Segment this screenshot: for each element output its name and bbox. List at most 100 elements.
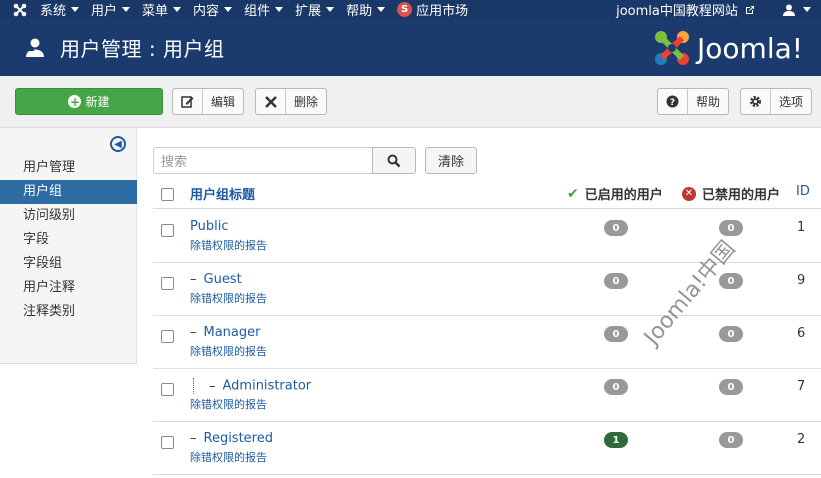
indent-dash: – — [190, 272, 197, 287]
menu-menus[interactable]: 菜单 — [142, 0, 187, 19]
group-name: Administrator — [222, 378, 312, 394]
group-name-link[interactable]: – Registered — [190, 431, 273, 446]
edit-button-label: 编辑 — [211, 95, 236, 109]
debug-permissions-link[interactable]: 除错权限的报告 — [190, 449, 267, 465]
sidebar-item-access-levels[interactable]: 访问级别 — [0, 204, 137, 228]
delete-button[interactable]: 删除 — [255, 88, 328, 115]
column-title[interactable]: 用户组标题 — [190, 184, 255, 203]
sidebar-item-fields[interactable]: 字段 — [0, 228, 137, 252]
edit-icon — [173, 89, 203, 114]
row-checkbox[interactable] — [161, 277, 174, 290]
top-navbar: 系统 用户 菜单 内容 组件 扩展 帮助 S 应用市场 joomla中国教程网站 — [0, 0, 821, 19]
menu-label: 用户 — [91, 4, 118, 19]
joomla-brand-icon — [655, 31, 690, 65]
caret-down-icon — [275, 7, 284, 12]
caret-down-icon — [122, 7, 131, 12]
help-button[interactable]: ? 帮助 — [657, 88, 730, 115]
group-name: Guest — [203, 272, 242, 287]
group-name-link[interactable]: – Manager — [190, 325, 260, 340]
joomla-brand: Joomla! — [653, 29, 803, 67]
user-icon — [783, 4, 795, 16]
sidebar-item-user-notes[interactable]: 用户注释 — [0, 276, 137, 300]
search-button[interactable] — [372, 147, 416, 174]
select-all-checkbox[interactable] — [161, 188, 174, 201]
caret-down-icon — [224, 7, 233, 12]
table-row: – Manager 除错权限的报告 0 0 6 — [153, 316, 821, 369]
caret-down-icon — [173, 7, 182, 12]
clear-button[interactable]: 清除 — [425, 147, 477, 174]
plus-icon: + — [68, 94, 82, 109]
menu-label: 内容 — [193, 4, 220, 19]
menu-content[interactable]: 内容 — [193, 0, 238, 19]
column-id[interactable]: ID — [796, 184, 810, 199]
caret-down-icon — [71, 7, 80, 12]
column-disabled-label: 已禁用的用户 — [702, 188, 781, 203]
indent-dash: – — [190, 325, 197, 340]
menu-system[interactable]: 系统 — [40, 0, 85, 19]
debug-permissions-link[interactable]: 除错权限的报告 — [190, 343, 267, 359]
external-link-icon — [746, 6, 754, 14]
search-input[interactable]: 搜索 — [153, 147, 373, 174]
disabled-count-badge: 0 — [719, 432, 743, 448]
table-header: 用户组标题 ✔ 已启用的用户 ✕ 已禁用的用户 ID — [153, 178, 821, 209]
joomla-logo-icon[interactable] — [0, 0, 40, 19]
group-id: 9 — [797, 273, 806, 288]
disabled-count-badge: 0 — [719, 220, 743, 236]
top-menu: 系统 用户 菜单 内容 组件 扩展 帮助 S 应用市场 — [40, 0, 480, 19]
menu-extensions[interactable]: 扩展 — [295, 0, 340, 19]
indent-dash: – — [209, 378, 216, 394]
column-disabled: ✕ 已禁用的用户 — [682, 184, 780, 203]
users-icon — [26, 38, 44, 57]
menu-help[interactable]: 帮助 — [346, 0, 391, 19]
site-link-label: joomla中国教程网站 — [616, 4, 738, 19]
sidebar: ◀ 用户管理 用户组 访问级别 字段 字段组 用户注释 注释类别 — [0, 128, 137, 364]
collapse-sidebar-icon[interactable]: ◀ — [110, 136, 126, 152]
sidebar-item-field-groups[interactable]: 字段组 — [0, 252, 137, 276]
sidebar-item-users[interactable]: 用户管理 — [0, 156, 137, 180]
menu-market[interactable]: S 应用市场 — [397, 0, 474, 19]
debug-permissions-link[interactable]: 除错权限的报告 — [190, 396, 267, 412]
question-icon: ? — [658, 89, 688, 114]
enabled-count-badge: 1 — [604, 432, 628, 448]
row-checkbox[interactable] — [161, 224, 174, 237]
menu-components[interactable]: 组件 — [244, 0, 289, 19]
search-icon — [387, 154, 401, 167]
menu-label: 应用市场 — [416, 4, 469, 19]
indent-dash: – — [190, 431, 197, 446]
row-checkbox[interactable] — [161, 383, 174, 396]
menu-label: 菜单 — [142, 4, 169, 19]
market-icon: S — [397, 2, 413, 17]
row-checkbox[interactable] — [161, 330, 174, 343]
new-button[interactable]: + 新建 — [15, 88, 163, 115]
group-name-link[interactable]: – Administrator — [193, 378, 311, 394]
debug-permissions-link[interactable]: 除错权限的报告 — [190, 237, 267, 253]
edit-button[interactable]: 编辑 — [172, 88, 245, 115]
menu-users[interactable]: 用户 — [91, 0, 136, 19]
page-header: 用户管理 : 用户组 Joomla! — [0, 19, 821, 76]
group-name-link[interactable]: Public — [190, 219, 228, 234]
user-menu[interactable] — [783, 4, 811, 16]
search-placeholder: 搜索 — [161, 155, 188, 170]
disabled-count-badge: 0 — [719, 273, 743, 289]
group-id: 2 — [797, 432, 806, 447]
caret-down-icon — [377, 7, 386, 12]
table-row: – Guest 除错权限的报告 0 0 9 — [153, 263, 821, 316]
group-name: Registered — [203, 431, 274, 446]
options-button-label: 选项 — [779, 95, 804, 109]
sidebar-item-note-categories[interactable]: 注释类别 — [0, 300, 137, 324]
group-name-link[interactable]: – Guest — [190, 272, 242, 287]
options-button[interactable]: 选项 — [740, 88, 813, 115]
group-name: Public — [190, 219, 229, 234]
check-icon: ✔ — [567, 185, 579, 202]
svg-text:?: ? — [670, 98, 675, 108]
menu-label: 系统 — [40, 4, 67, 19]
row-checkbox[interactable] — [161, 436, 174, 449]
table-row: Public 除错权限的报告 0 0 1 — [153, 210, 821, 263]
new-button-label: 新建 — [85, 95, 110, 109]
sidebar-item-groups[interactable]: 用户组 — [0, 180, 137, 204]
toolbar: + 新建 编辑 删除 ? 帮助 选项 — [0, 76, 821, 128]
menu-label: 组件 — [244, 4, 271, 19]
group-name: Manager — [203, 325, 261, 340]
site-link[interactable]: joomla中国教程网站 — [616, 0, 755, 19]
debug-permissions-link[interactable]: 除错权限的报告 — [190, 290, 267, 306]
